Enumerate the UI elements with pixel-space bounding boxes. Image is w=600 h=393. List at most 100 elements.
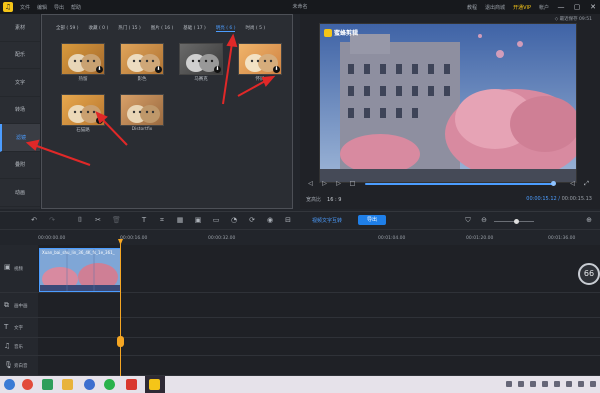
video-clip[interactable]: Xuan_bai_shu_lin_36_4K_fs_1e_361_	[39, 248, 121, 292]
watermark-text: 蜜蜂剪辑	[334, 30, 359, 37]
play-icon[interactable]: ▷	[320, 179, 329, 188]
zoom-in-icon[interactable]: ⊕	[585, 216, 593, 224]
tab-bright[interactable]: 明亮 ( 6 )	[215, 25, 236, 32]
zoom-out-icon[interactable]: ⊖	[480, 216, 488, 224]
mosaic-icon[interactable]: ▦	[176, 216, 184, 224]
filter-thumb[interactable]: ⬇ 石猫路	[61, 94, 105, 133]
tray-icon[interactable]	[506, 381, 512, 387]
track-lane-video[interactable]	[38, 245, 600, 293]
filter-thumb[interactable]: ⬇ 马赛克	[179, 43, 223, 82]
video-preview: 蜜蜂剪辑	[319, 23, 577, 183]
sidebar-item-text[interactable]: 文字	[0, 69, 40, 97]
undo-icon[interactable]: ↶	[30, 216, 38, 224]
add-text-icon[interactable]: T	[140, 216, 148, 224]
wechat-icon[interactable]	[104, 379, 115, 390]
filter-name: 马赛克	[194, 77, 208, 82]
video-track-icon: ▣	[4, 263, 11, 271]
aspect-ratio[interactable]: 宽高比 16 : 9	[306, 196, 341, 203]
sidebar-item-animation[interactable]: 动画	[0, 179, 40, 207]
shield-icon[interactable]: ⛉	[464, 216, 472, 224]
track-lane-text[interactable]	[38, 318, 600, 338]
ruler-tick: 00:00:00.00	[38, 236, 66, 241]
menu-export[interactable]: 导出	[54, 4, 64, 11]
current-time: 00:00:15.12	[526, 196, 557, 202]
chrome-icon[interactable]	[22, 379, 33, 390]
crop-icon[interactable]: ⌗	[158, 216, 166, 224]
folder-icon[interactable]	[62, 379, 73, 390]
tab-favorites[interactable]: 收藏 ( 0 )	[89, 25, 109, 32]
download-icon[interactable]: ⬇	[214, 66, 221, 73]
filter-thumb[interactable]: ⬇ 影色	[120, 43, 164, 82]
tray-icon[interactable]	[530, 381, 536, 387]
maximize-icon[interactable]: ▢	[573, 3, 581, 11]
tray-icon[interactable]	[590, 381, 596, 387]
sidebar-item-music[interactable]: 配乐	[0, 42, 40, 69]
wps-icon[interactable]	[126, 379, 137, 390]
filter-thumb[interactable]: ⬇ 怀旧	[238, 43, 282, 82]
speed-icon[interactable]: ◔	[230, 216, 238, 224]
rotate-icon[interactable]: ⟳	[248, 216, 256, 224]
menu-file[interactable]: 文件	[20, 4, 30, 11]
tab-all[interactable]: 全部 ( 59 )	[56, 25, 79, 32]
download-icon[interactable]: ⬇	[96, 66, 103, 73]
taskbar-active-app[interactable]	[145, 376, 165, 393]
timeline-ruler[interactable]: 00:00:00.00 00:00:16.00 00:00:32.00 00:0…	[0, 229, 600, 245]
cut-icon[interactable]: ✂	[94, 216, 102, 224]
track-label: 画中画	[14, 304, 28, 309]
store-link[interactable]: 退出商城	[485, 4, 505, 11]
video-text-convert-link[interactable]: 视频文字互转	[312, 217, 342, 224]
close-icon[interactable]: ✕	[589, 3, 597, 11]
start-icon[interactable]	[4, 379, 15, 390]
stop-icon[interactable]: □	[348, 179, 357, 188]
tray-icon[interactable]	[566, 381, 572, 387]
download-icon[interactable]: ⬇	[273, 66, 280, 73]
vip-button[interactable]: 开通VIP	[513, 4, 531, 11]
minimize-icon[interactable]: —	[557, 3, 565, 11]
menu-edit[interactable]: 编辑	[37, 4, 47, 11]
tab-popular[interactable]: 热门 ( 15 )	[118, 25, 141, 32]
record-icon[interactable]: ◉	[266, 216, 274, 224]
playhead-drag-knob[interactable]	[117, 336, 124, 347]
screen-icon[interactable]: ▭	[212, 216, 220, 224]
excel-icon[interactable]	[42, 379, 53, 390]
duration-icon[interactable]: ⊟	[284, 216, 292, 224]
track-lane-pip[interactable]	[38, 293, 600, 318]
delete-icon[interactable]: 🗑	[112, 216, 121, 224]
volume-icon[interactable]: ◁	[568, 179, 577, 188]
menu-help[interactable]: 帮助	[71, 4, 81, 11]
editor-app-icon[interactable]	[149, 379, 160, 390]
playback-progress[interactable]	[365, 183, 553, 185]
download-icon[interactable]: ⬇	[155, 66, 162, 73]
tray-icon[interactable]	[578, 381, 584, 387]
filter-thumb[interactable]: ⬇ 热留	[61, 43, 105, 82]
tab-images[interactable]: 图片 ( 16 )	[151, 25, 174, 32]
track-lane-voiceover[interactable]	[38, 356, 600, 376]
aspect-ratio-value[interactable]: 16 : 9	[327, 197, 341, 203]
export-button[interactable]: 导出	[358, 215, 386, 225]
playhead[interactable]	[120, 244, 121, 376]
sidebar-item-filter[interactable]: 滤镜	[0, 124, 40, 152]
split-icon[interactable]: ⌷	[76, 216, 84, 224]
tab-fashion[interactable]: 时尚 ( 5 )	[245, 25, 265, 32]
tray-icon[interactable]	[554, 381, 560, 387]
filter-name: 石猫路	[76, 128, 90, 133]
tray-icon[interactable]	[518, 381, 524, 387]
sidebar-item-transition[interactable]: 转场	[0, 97, 40, 124]
freeze-icon[interactable]: ▣	[194, 216, 202, 224]
tab-basic[interactable]: 基础 ( 17 )	[183, 25, 206, 32]
tutorial-link[interactable]: 教程	[467, 4, 477, 11]
fullscreen-icon[interactable]: ⤢	[582, 179, 591, 188]
progress-knob[interactable]	[551, 181, 556, 186]
tray-icon[interactable]	[542, 381, 548, 387]
sidebar-item-media[interactable]: 素材	[0, 14, 40, 42]
sidebar-item-overlay[interactable]: 叠附	[0, 152, 40, 179]
next-frame-icon[interactable]: ▷	[334, 179, 343, 188]
zoom-slider-knob[interactable]	[514, 219, 519, 224]
download-icon[interactable]: ⬇	[96, 117, 103, 124]
filter-thumb[interactable]: Distortfix	[120, 94, 164, 132]
browser-icon[interactable]	[84, 379, 95, 390]
prev-frame-icon[interactable]: ◁	[306, 179, 315, 188]
account-menu[interactable]: 帐户	[539, 4, 549, 11]
watermark: 蜜蜂剪辑	[324, 28, 358, 37]
redo-icon[interactable]: ↷	[48, 216, 56, 224]
